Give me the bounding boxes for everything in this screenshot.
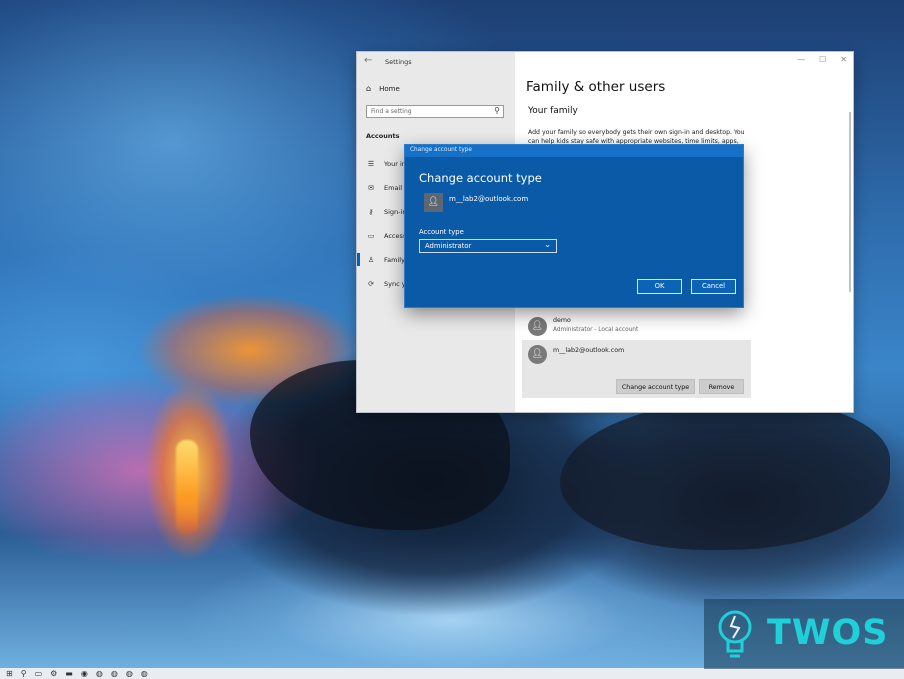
user-name: m__lab2@outlook.com — [553, 347, 625, 354]
app-icon[interactable]: ◍ — [126, 668, 133, 679]
sync-icon: ⟳ — [368, 280, 374, 288]
taskbar: ⊞ ⚲ ▭ ⚙ ▬ ◉ ◍ ◍ ◍ ◍ — [0, 668, 904, 679]
user-avatar-icon: 👤︎ — [424, 193, 443, 212]
account-type-label: Account type — [419, 228, 464, 236]
briefcase-icon: ▭ — [367, 232, 375, 240]
ok-button[interactable]: OK — [637, 279, 682, 294]
change-account-type-button[interactable]: Change account type — [616, 379, 695, 394]
page-title: Family & other users — [526, 79, 666, 95]
selected-user-panel: 👤︎ m__lab2@outlook.com Change account ty… — [522, 340, 751, 398]
nav-home-label: Home — [379, 84, 400, 93]
nav-section-accounts: Accounts — [366, 132, 400, 140]
account-type-dropdown[interactable]: Administrator ⌄ — [419, 239, 557, 253]
chevron-down-icon: ⌄ — [544, 240, 551, 249]
task-view-icon[interactable]: ▭ — [35, 668, 43, 679]
watermark-text: TWOS — [767, 613, 889, 653]
avatar-icon: 👤︎ — [528, 345, 547, 364]
watermark: TWOS — [704, 599, 904, 669]
dialog-heading: Change account type — [419, 171, 542, 185]
dialog-window-title: Change account type — [410, 147, 472, 153]
wallpaper-lava-stream — [176, 440, 198, 535]
browser-icon[interactable]: ◉ — [81, 668, 88, 679]
family-description: Add your family so everybody gets their … — [528, 129, 745, 145]
family-icon: ♙ — [367, 256, 375, 264]
app-icon[interactable]: ◍ — [141, 668, 148, 679]
search-icon[interactable]: ⚲ — [21, 668, 27, 679]
mail-icon: ✉ — [368, 184, 374, 192]
start-icon[interactable]: ⊞ — [6, 668, 13, 679]
settings-gear-icon[interactable]: ⚙ — [50, 668, 57, 679]
user-row-demo[interactable]: 👤︎ demo Administrator - Local account — [526, 314, 750, 340]
app-icon[interactable]: ◍ — [111, 668, 118, 679]
wallpaper-rock-right — [560, 400, 890, 550]
dialog-titlebar: Change account type — [405, 145, 743, 157]
dialog-user-email: m__lab2@outlook.com — [449, 195, 529, 203]
section-title: Your family — [528, 106, 578, 116]
user-subtitle: Administrator - Local account — [553, 327, 639, 333]
lightbulb-logo-icon — [718, 610, 752, 658]
back-arrow-icon[interactable]: ← — [364, 55, 372, 66]
app-icon[interactable]: ◍ — [96, 668, 103, 679]
scrollbar[interactable] — [849, 112, 851, 292]
file-explorer-icon[interactable]: ▬ — [65, 668, 73, 679]
home-icon: ⌂ — [366, 84, 372, 93]
search-icon: ⚲ — [494, 106, 500, 115]
app-title: Settings — [385, 58, 412, 66]
account-type-value: Administrator — [425, 242, 472, 250]
find-setting-input[interactable]: Find a setting ⚲ — [366, 105, 504, 118]
cancel-button[interactable]: Cancel — [691, 279, 736, 294]
avatar-icon: 👤︎ — [528, 317, 547, 336]
sidebar-item-email[interactable]: ✉ Email & — [366, 184, 409, 192]
nav-home[interactable]: ⌂ Home — [366, 84, 400, 93]
person-card-icon: ☰ — [367, 160, 375, 168]
search-placeholder: Find a setting — [371, 108, 412, 115]
remove-button[interactable]: Remove — [699, 379, 744, 394]
key-icon: ⚷ — [368, 208, 374, 216]
user-name: demo — [553, 317, 571, 324]
change-account-type-dialog: Change account type Change account type … — [405, 145, 743, 307]
